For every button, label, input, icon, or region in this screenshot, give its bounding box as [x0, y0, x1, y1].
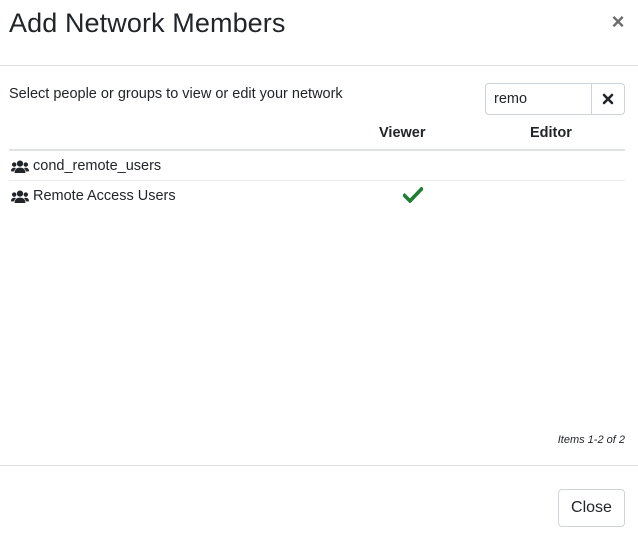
users-icon	[11, 160, 29, 173]
members-table: Viewer Editor cond_remote_users Remote A…	[9, 121, 625, 211]
member-name: Remote Access Users	[33, 188, 176, 204]
table-row[interactable]: cond_remote_users	[9, 151, 625, 181]
column-header-viewer: Viewer	[379, 125, 426, 141]
dialog-body: Select people or groups to view or edit …	[0, 66, 638, 465]
check-icon	[401, 186, 425, 204]
add-network-members-dialog: Add Network Members × Select people or g…	[0, 0, 638, 534]
dialog-footer: Close	[0, 465, 638, 534]
instruction-text: Select people or groups to view or edit …	[9, 86, 343, 102]
viewer-toggle[interactable]	[403, 157, 425, 175]
column-header-editor: Editor	[530, 125, 572, 141]
editor-toggle[interactable]	[539, 187, 561, 205]
search-input[interactable]	[485, 83, 591, 115]
viewer-toggle[interactable]	[401, 186, 425, 205]
table-row[interactable]: Remote Access Users	[9, 181, 625, 211]
users-icon	[11, 190, 29, 203]
dialog-title: Add Network Members	[9, 8, 286, 38]
items-count: Items 1-2 of 2	[557, 434, 625, 446]
member-name-cell: cond_remote_users	[11, 158, 161, 174]
clear-search-button[interactable]	[591, 83, 625, 115]
member-name: cond_remote_users	[33, 158, 162, 174]
close-icon[interactable]: ×	[608, 10, 628, 34]
member-name-cell: Remote Access Users	[11, 188, 176, 204]
search-group	[485, 83, 625, 115]
close-button[interactable]: Close	[558, 489, 625, 527]
table-header: Viewer Editor	[9, 121, 625, 151]
dialog-header: Add Network Members ×	[0, 0, 638, 66]
times-icon	[602, 93, 614, 105]
editor-toggle[interactable]	[539, 157, 561, 175]
